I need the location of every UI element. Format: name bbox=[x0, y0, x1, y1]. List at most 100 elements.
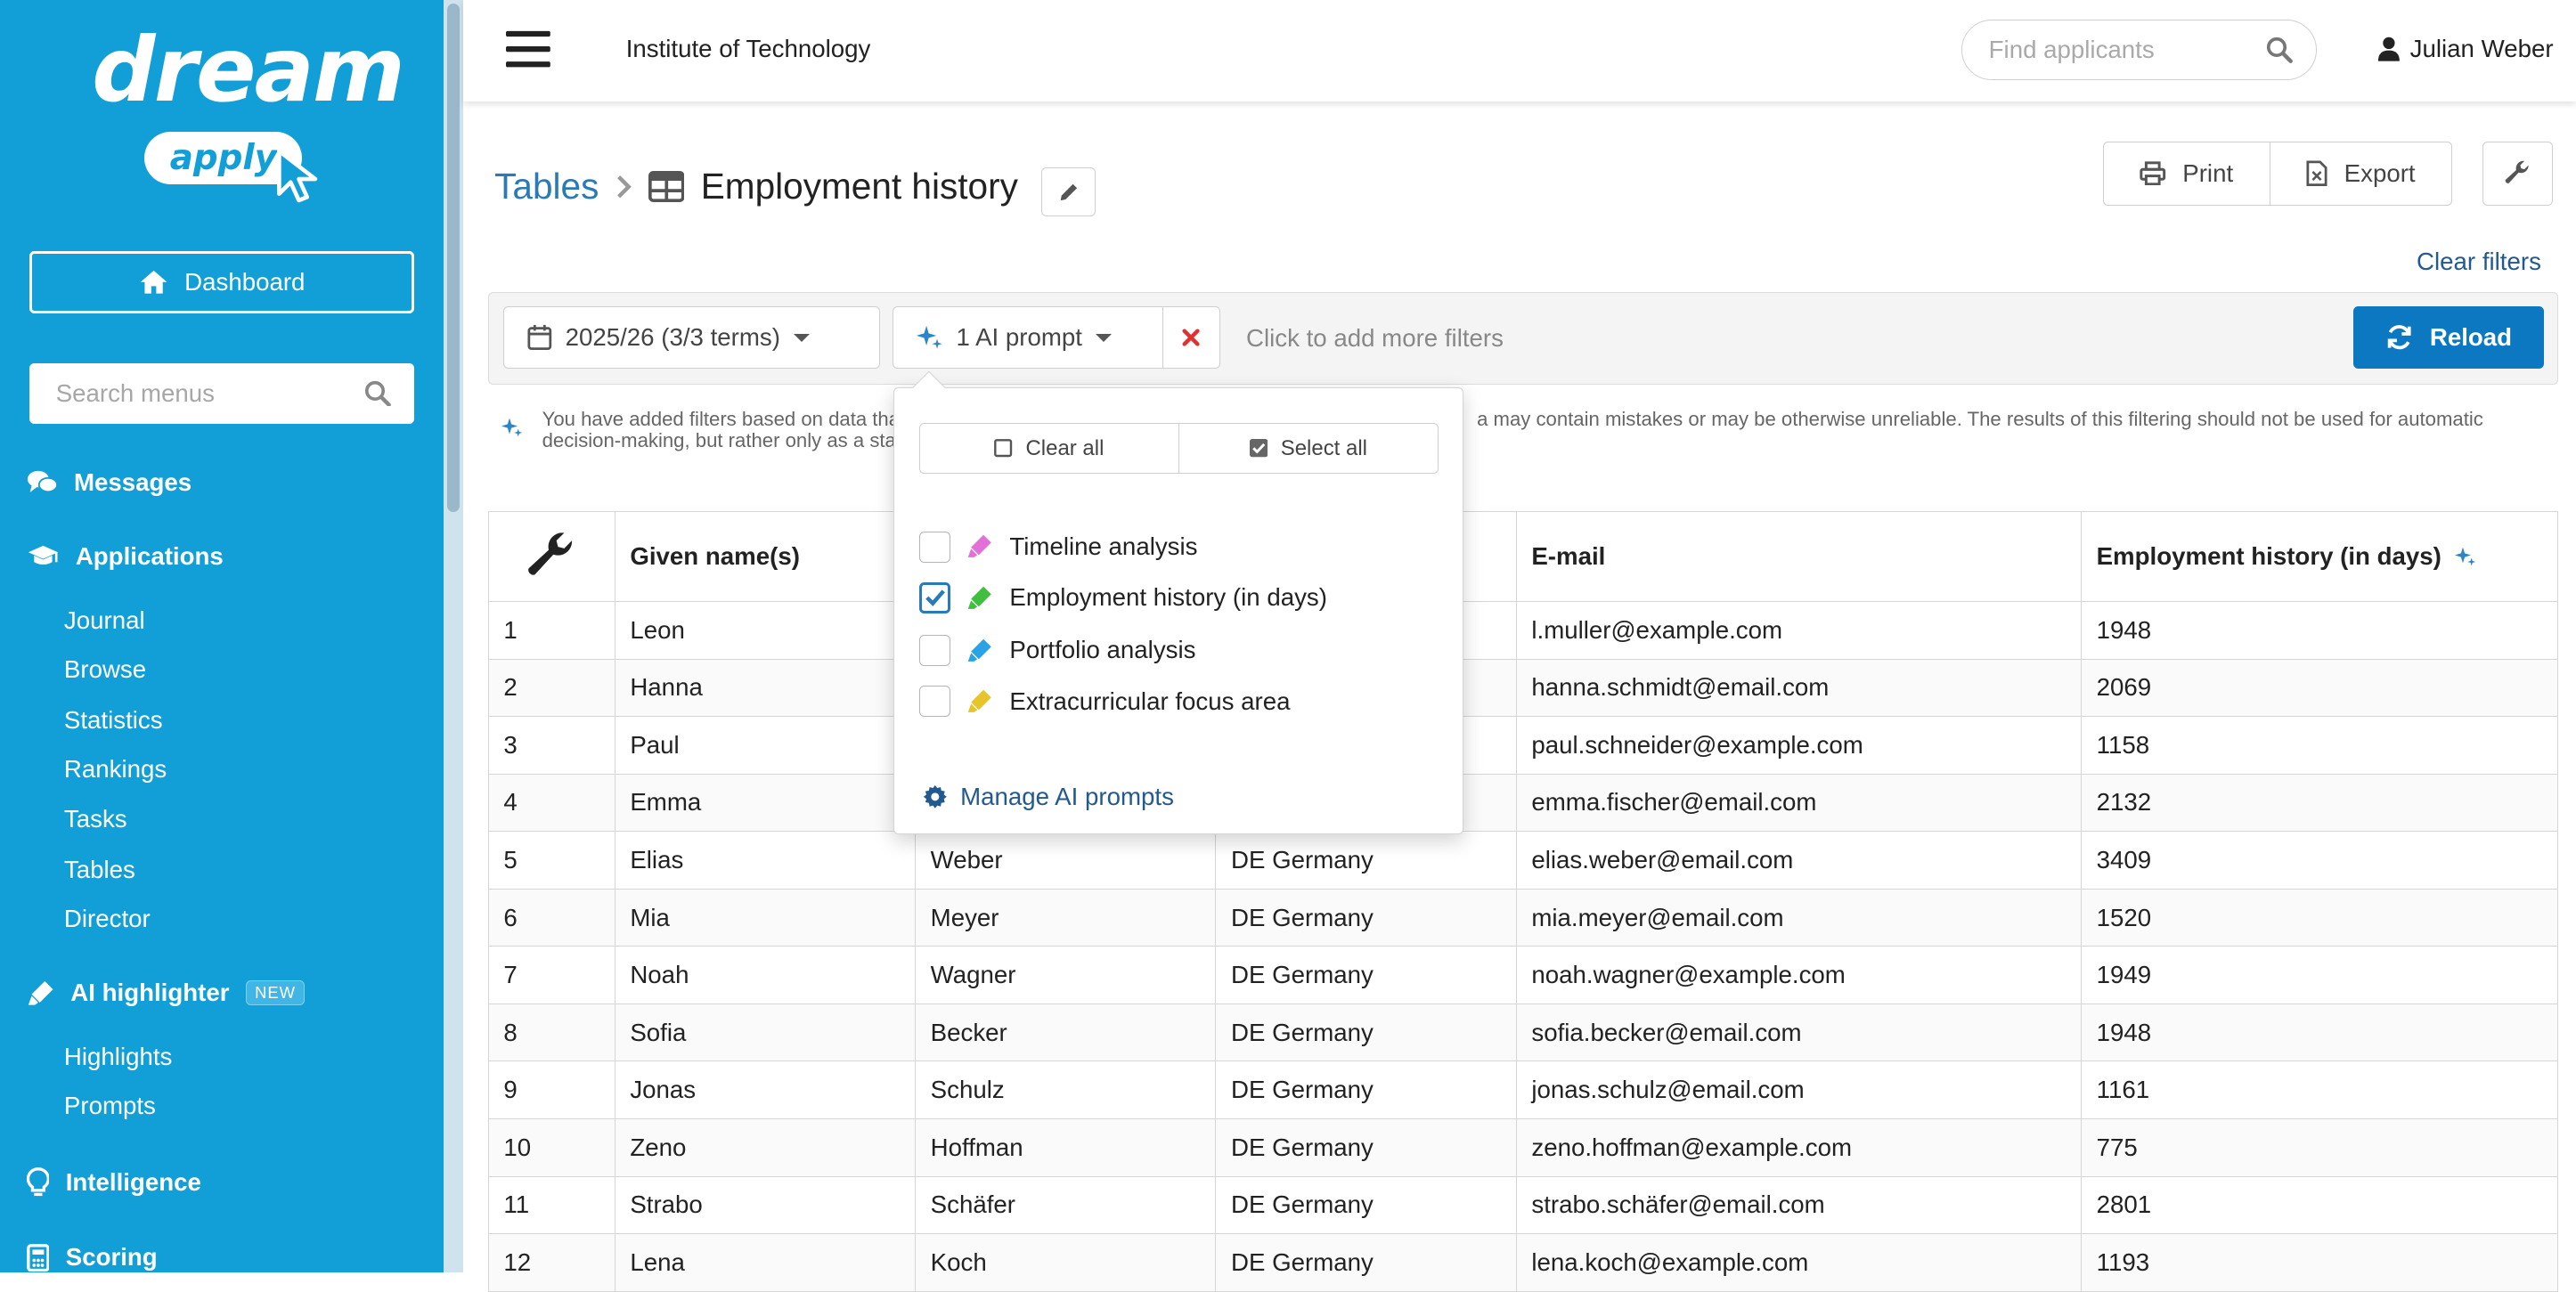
cell-email: hanna.schmidt@email.com bbox=[1515, 658, 2083, 718]
search-icon[interactable] bbox=[364, 380, 391, 407]
sidebar-item-director[interactable]: Director bbox=[64, 905, 151, 933]
caret-down-icon bbox=[793, 333, 810, 342]
sidebar-item-tasks[interactable]: Tasks bbox=[64, 805, 127, 833]
checkmark-icon bbox=[925, 589, 945, 607]
sidebar-item-intelligence[interactable]: Intelligence bbox=[26, 1167, 201, 1197]
prompt-option-employment-history[interactable]: Employment history (in days) bbox=[918, 581, 1327, 613]
sidebar-item-applications[interactable]: Applications bbox=[27, 542, 224, 571]
table-row[interactable]: 5 Elias Weber DE Germany elias.weber@email.c… bbox=[487, 831, 2558, 890]
prompt-option-timeline-analysis[interactable]: Timeline analysis bbox=[918, 531, 1197, 563]
cell-employment-days: 1949 bbox=[2081, 946, 2558, 1004]
table-row[interactable]: 11 Strabo Schäfer DE Germany strabo.schäfer@… bbox=[487, 1175, 2558, 1235]
prompt-checkbox[interactable] bbox=[918, 581, 951, 613]
sidebar-item-highlights[interactable]: Highlights bbox=[64, 1043, 172, 1071]
prompt-checkbox[interactable] bbox=[918, 686, 951, 718]
prompt-label: Portfolio analysis bbox=[1009, 636, 1196, 664]
refresh-icon bbox=[2387, 325, 2411, 350]
table-row[interactable]: 4 Emma emma.fischer@email.com 2132 bbox=[487, 773, 2558, 833]
cell-family-name: Weber bbox=[915, 831, 1217, 890]
column-header-employment-history[interactable]: Employment history (in days) bbox=[2081, 510, 2558, 603]
cell-citizenship: DE Germany bbox=[1215, 1117, 1517, 1177]
cell-family-name: Meyer bbox=[915, 888, 1217, 947]
menu-search bbox=[29, 362, 414, 424]
cell-family-name: Becker bbox=[915, 1003, 1217, 1062]
sidebar-item-statistics[interactable]: Statistics bbox=[64, 706, 163, 735]
hamburger-menu-icon[interactable] bbox=[506, 29, 552, 69]
cell-email: lena.koch@example.com bbox=[1515, 1233, 2083, 1292]
cell-index: 12 bbox=[487, 1233, 615, 1292]
sidebar-item-scoring[interactable]: Scoring bbox=[26, 1243, 158, 1272]
print-button[interactable]: Print bbox=[2104, 142, 2270, 205]
cell-given-name: Elias bbox=[614, 831, 917, 890]
sidebar-item-journal[interactable]: Journal bbox=[64, 606, 145, 635]
chevron-right-icon bbox=[616, 175, 632, 199]
applicant-search-input[interactable] bbox=[1985, 34, 2249, 67]
dreamapply-logo[interactable]: dream apply bbox=[0, 13, 444, 210]
remove-ai-filter-button[interactable] bbox=[1162, 306, 1220, 370]
table-row[interactable]: 7 Noah Wagner DE Germany noah.wagner@example… bbox=[487, 946, 2558, 1004]
reload-button[interactable]: Reload bbox=[2353, 306, 2545, 370]
prompt-checkbox[interactable] bbox=[918, 634, 951, 666]
menu-search-input[interactable] bbox=[53, 377, 348, 410]
table-row[interactable]: 12 Lena Koch DE Germany lena.koch@example.co… bbox=[487, 1233, 2558, 1292]
caret-down-icon bbox=[1095, 333, 1112, 342]
sidebar-scrollbar-thumb[interactable] bbox=[446, 3, 461, 513]
cell-family-name: Koch bbox=[915, 1233, 1217, 1292]
sidebar-item-prompts[interactable]: Prompts bbox=[64, 1092, 156, 1120]
select-toggle-group: Clear all Select all bbox=[918, 422, 1439, 475]
clear-filters-link[interactable]: Clear filters bbox=[2417, 248, 2541, 276]
table-row[interactable]: 8 Sofia Becker DE Germany sofia.becker@email… bbox=[487, 1003, 2558, 1062]
sidebar-item-rankings[interactable]: Rankings bbox=[64, 755, 167, 784]
cell-employment-days: 1520 bbox=[2081, 888, 2558, 947]
table-row[interactable]: 3 Paul paul.schneider@example.com 1158 bbox=[487, 716, 2558, 775]
sidebar-item-tables[interactable]: Tables bbox=[64, 856, 135, 884]
cell-citizenship: DE Germany bbox=[1215, 1003, 1517, 1062]
ai-prompt-filter[interactable]: 1 AI prompt bbox=[893, 306, 1164, 370]
prompt-checkbox[interactable] bbox=[918, 531, 951, 563]
sparkles-icon bbox=[917, 326, 942, 349]
prompt-option-extracurricular[interactable]: Extracurricular focus area bbox=[918, 686, 1290, 718]
user-name: Julian Weber bbox=[2409, 34, 2554, 62]
checked-checkbox-icon bbox=[1249, 439, 1268, 458]
breadcrumb-tables-link[interactable]: Tables bbox=[494, 166, 599, 207]
table-row[interactable]: 9 Jonas Schulz DE Germany jonas.schulz@email… bbox=[487, 1060, 2558, 1119]
table-row[interactable]: 6 Mia Meyer DE Germany mia.meyer@email.com 15… bbox=[487, 888, 2558, 947]
cursor-icon bbox=[277, 149, 318, 203]
page-title: Employment history bbox=[700, 166, 1018, 207]
cell-citizenship: DE Germany bbox=[1215, 1060, 1517, 1119]
manage-ai-prompts-link[interactable]: Manage AI prompts bbox=[923, 783, 1174, 811]
cell-employment-days: 1158 bbox=[2081, 716, 2558, 775]
column-header-email[interactable]: E-mail bbox=[1515, 510, 2083, 603]
sidebar-item-ai-highlighter[interactable]: AI highlighter NEW bbox=[27, 979, 306, 1007]
logo-word: dream bbox=[92, 20, 405, 123]
prompt-option-portfolio-analysis[interactable]: Portfolio analysis bbox=[918, 634, 1196, 666]
export-button[interactable]: Export bbox=[2269, 142, 2451, 205]
prompt-label: Employment history (in days) bbox=[1009, 583, 1327, 612]
table-settings-button[interactable] bbox=[2482, 141, 2554, 206]
dashboard-label: Dashboard bbox=[184, 268, 306, 297]
cell-index: 4 bbox=[487, 773, 615, 833]
table-row[interactable]: 2 Hanna hanna.schmidt@email.com 2069 bbox=[487, 658, 2558, 718]
column-header-given-names[interactable]: Given name(s) bbox=[614, 510, 917, 603]
cell-given-name: Zeno bbox=[614, 1117, 917, 1177]
calculator-icon bbox=[26, 1243, 50, 1272]
table-row[interactable]: 1 Leon l.muller@example.com 1948 bbox=[487, 601, 2558, 660]
cell-employment-days: 775 bbox=[2081, 1117, 2558, 1177]
column-header-tools[interactable] bbox=[487, 510, 615, 603]
calendar-icon bbox=[527, 325, 552, 351]
add-filters-input[interactable]: Click to add more filters bbox=[1246, 324, 1504, 353]
export-label: Export bbox=[2344, 158, 2416, 187]
table-row[interactable]: 10 Zeno Hoffman DE Germany zeno.hoffman@exam… bbox=[487, 1117, 2558, 1177]
clear-all-button[interactable]: Clear all bbox=[920, 424, 1178, 473]
term-filter[interactable]: 2025/26 (3/3 terms) bbox=[503, 306, 880, 370]
user-menu[interactable]: Julian Weber bbox=[2377, 35, 2554, 63]
sidebar-item-browse[interactable]: Browse bbox=[64, 655, 146, 684]
cell-given-name: Emma bbox=[614, 773, 917, 833]
search-icon[interactable] bbox=[2266, 37, 2293, 63]
sidebar-item-label: AI highlighter bbox=[70, 979, 230, 1007]
sidebar-item-messages[interactable]: Messages bbox=[27, 468, 192, 497]
cell-family-name: Schulz bbox=[915, 1060, 1217, 1119]
dashboard-button[interactable]: Dashboard bbox=[29, 251, 414, 314]
select-all-button[interactable]: Select all bbox=[1178, 423, 1438, 474]
edit-title-button[interactable] bbox=[1041, 167, 1096, 217]
